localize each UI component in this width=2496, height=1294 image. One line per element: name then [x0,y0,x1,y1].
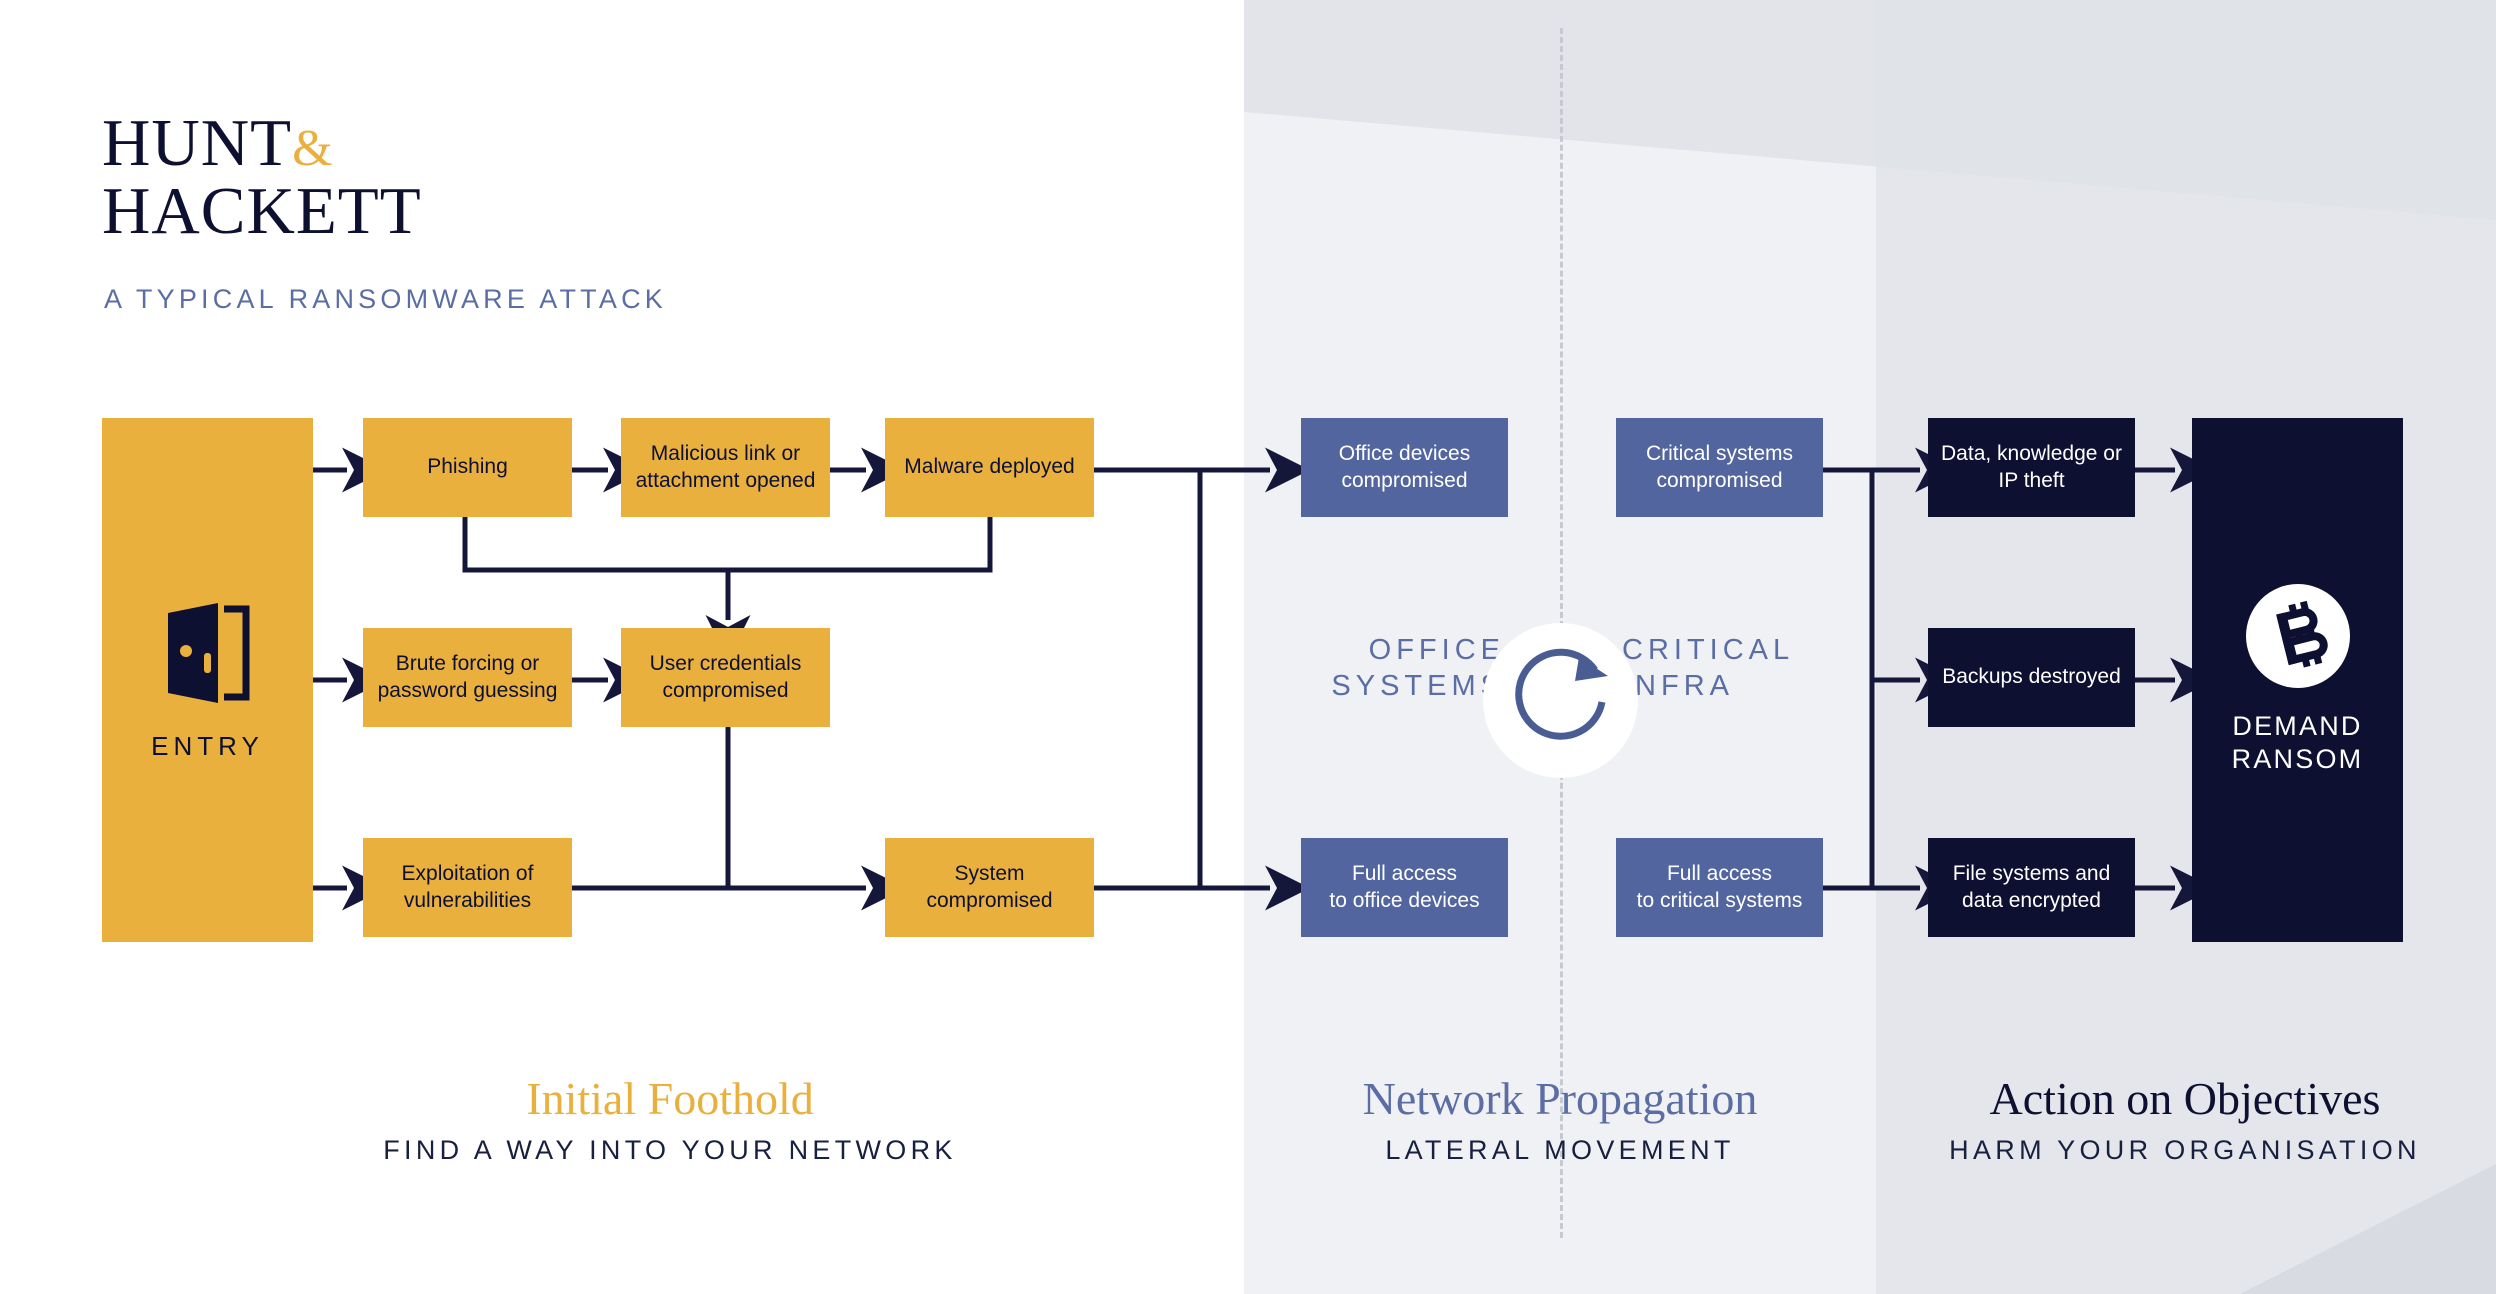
box-exploitation[interactable]: Exploitation of vulnerabilities [363,838,572,937]
bitcoin-icon [2245,584,2350,688]
box-brute-forcing[interactable]: Brute forcing or password guessing [363,628,572,727]
footer-initial-foothold: Initial Foothold FIND A WAY INTO YOUR NE… [320,1072,1020,1166]
entry-label: ENTRY [151,730,264,761]
box-file-systems-encrypted-label: File systems and data encrypted [1952,862,2111,912]
brand-logo: HUNT& HACKETT [102,110,422,248]
box-full-access-office-label: Full access to office devices [1329,862,1480,912]
entry-column: ENTRY [102,418,313,942]
footer-initial-foothold-title: Initial Foothold [526,1073,814,1124]
box-malware-deployed[interactable]: Malware deployed [885,418,1094,517]
infographic-canvas: HUNT& HACKETT A TYPICAL RANSOMWARE ATTAC… [0,0,2496,1294]
box-file-systems-encrypted[interactable]: File systems and data encrypted [1928,838,2135,937]
brand-ampersand: & [292,120,334,177]
box-backups-destroyed[interactable]: Backups destroyed [1928,628,2135,727]
brand-hunt: HUNT [102,106,293,180]
box-data-theft[interactable]: Data, knowledge or IP theft [1928,418,2135,517]
footer-initial-foothold-subtitle: FIND A WAY INTO YOUR NETWORK [383,1135,957,1165]
box-user-credentials[interactable]: User credentials compromised [621,628,830,727]
box-full-access-critical[interactable]: Full access to critical systems [1616,838,1823,937]
stage-label-office-systems: OFFICE SYSTEMS [1331,634,1505,702]
footer-action-objectives-title: Action on Objectives [1989,1073,2381,1124]
demand-ransom-column: DEMAND RANSOM [2192,418,2403,942]
box-system-compromised-label: System compromised [926,862,1053,912]
brand-logo-line-1: HUNT& [102,110,422,180]
brand-logo-line-2: HACKETT [102,174,422,248]
box-malicious-link[interactable]: Malicious link or attachment opened [621,418,830,517]
footer-action-objectives-subtitle: HARM YOUR ORGANISATION [1949,1135,2421,1165]
box-user-credentials-label: User credentials compromised [649,652,802,702]
footer-network-propagation-subtitle: LATERAL MOVEMENT [1385,1135,1735,1165]
footer-network-propagation: Network Propagation LATERAL MOVEMENT [1270,1072,1850,1166]
box-critical-systems-compromised[interactable]: Critical systems compromised [1616,418,1823,517]
stage-label-critical-infra: CRITICAL INFRA [1622,634,1795,702]
box-data-theft-label: Data, knowledge or IP theft [1941,442,2122,492]
box-malware-deployed-label: Malware deployed [904,455,1075,479]
footer-action-objectives: Action on Objectives HARM YOUR ORGANISAT… [1890,1072,2480,1166]
box-phishing-label: Phishing [427,455,508,479]
box-exploitation-label: Exploitation of vulnerabilities [401,862,534,912]
circular-arrow-icon [1483,623,1638,778]
box-system-compromised[interactable]: System compromised [885,838,1094,937]
box-backups-destroyed-label: Backups destroyed [1942,665,2121,689]
box-phishing[interactable]: Phishing [363,418,572,517]
box-critical-systems-label: Critical systems compromised [1645,442,1793,492]
box-office-devices-label: Office devices compromised [1338,442,1471,492]
open-door-icon [167,602,249,703]
box-brute-forcing-label: Brute forcing or password guessing [377,652,558,702]
box-full-access-office[interactable]: Full access to office devices [1301,838,1508,937]
box-full-access-critical-label: Full access to critical systems [1636,862,1803,912]
page-subtitle: A TYPICAL RANSOMWARE ATTACK [104,284,667,314]
box-office-devices-compromised[interactable]: Office devices compromised [1301,418,1508,517]
box-malicious-link-label: Malicious link or attachment opened [635,442,816,492]
demand-ransom-label: DEMAND RANSOM [2231,711,2364,774]
footer-network-propagation-title: Network Propagation [1362,1073,1758,1124]
